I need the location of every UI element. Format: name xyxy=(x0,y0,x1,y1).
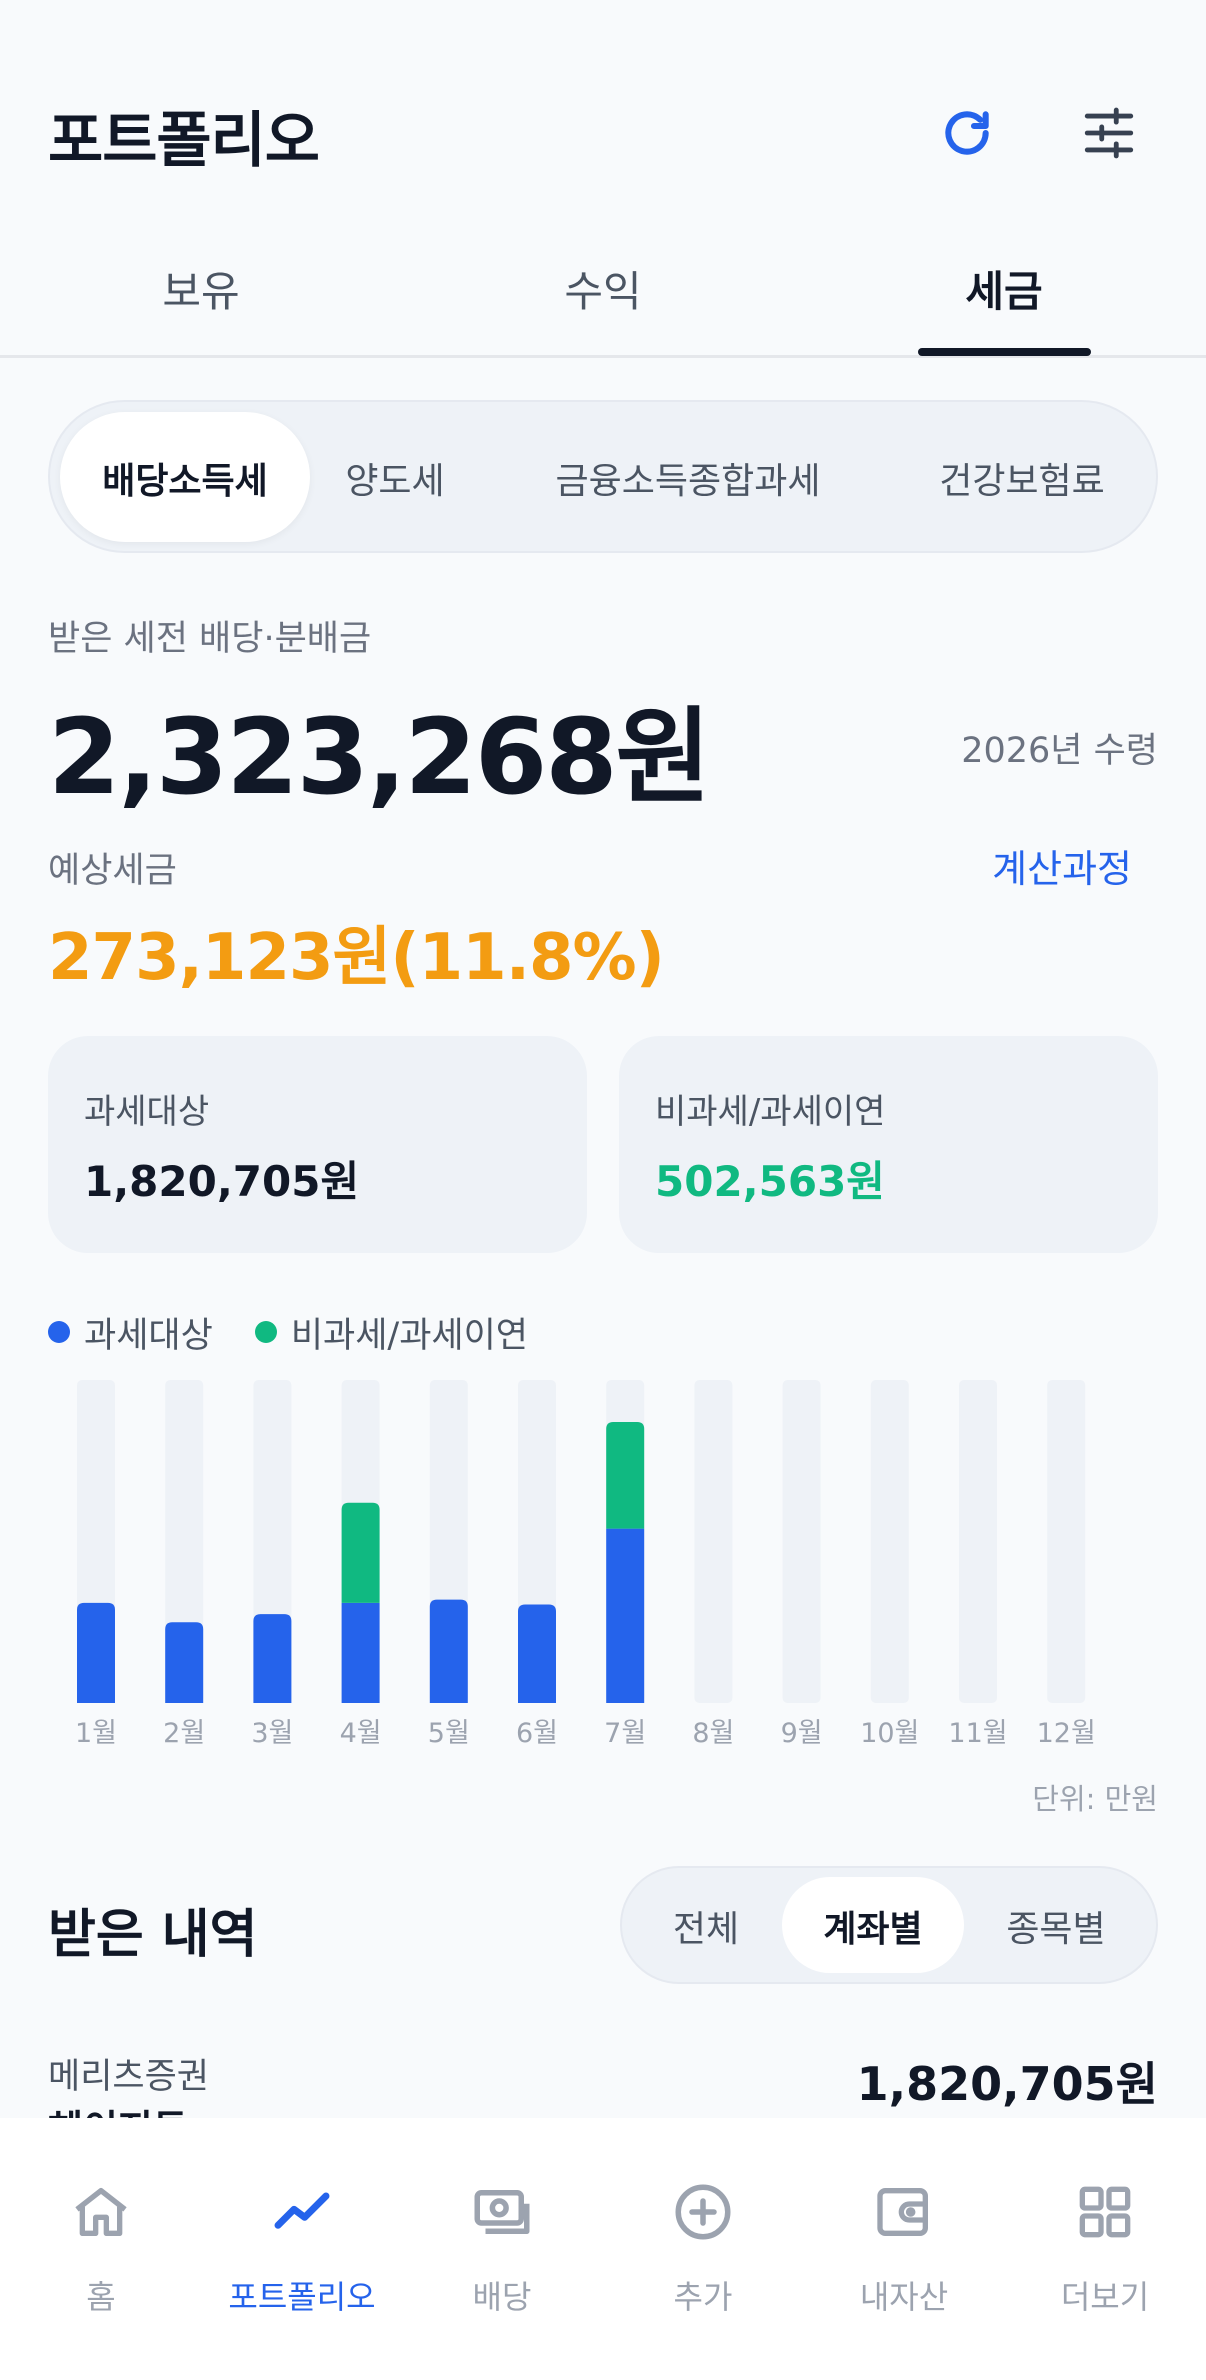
chart-x-tick-label: 8월 xyxy=(692,1718,734,1749)
chart-x-tick-label: 3월 xyxy=(251,1718,293,1749)
segment-capital-gains-tax[interactable]: 양도세 xyxy=(345,452,444,504)
chart-x-tick-label: 5월 xyxy=(428,1718,470,1749)
sliders-icon[interactable] xyxy=(1078,102,1140,164)
chart-bar-taxable[interactable] xyxy=(518,1604,556,1703)
nontaxable-amount: 502,563원 xyxy=(655,1157,885,1206)
tax-type-segment: 배당소득세 양도세 금융소득종합과세 건강보험료 xyxy=(48,400,1158,553)
estimated-tax-amount: 273,123원(11.8%) xyxy=(48,921,665,995)
nav-add-label: 추가 xyxy=(673,2278,733,2316)
trend-icon xyxy=(266,2176,338,2248)
chart-x-tick-label: 10월 xyxy=(860,1718,919,1749)
tab-returns[interactable]: 수익 xyxy=(564,258,641,319)
nav-portfolio-label: 포트폴리오 xyxy=(228,2278,376,2316)
received-label: 받은 세전 배당·분배금 xyxy=(48,619,372,659)
calculation-link[interactable]: 계산과정 xyxy=(992,838,1132,893)
taxable-label: 과세대상 xyxy=(84,1092,210,1132)
nav-portfolio[interactable]: 포트폴리오 xyxy=(212,2176,392,2318)
chart-bar-taxable[interactable] xyxy=(77,1602,115,1703)
nav-add[interactable]: 추가 xyxy=(613,2176,793,2318)
history-title: 받은 내역 xyxy=(48,1905,258,1965)
chart-bar-nontaxable[interactable] xyxy=(606,1421,645,1529)
filter-by-stock[interactable]: 종목별 xyxy=(1006,1900,1105,1952)
chart-bar-track xyxy=(782,1380,821,1703)
chart-bar-taxable[interactable] xyxy=(253,1614,292,1703)
chart-bar-track xyxy=(870,1380,909,1703)
chart-unit-label: 단위: 만원 xyxy=(1032,1782,1158,1816)
grid-icon xyxy=(1069,2176,1141,2248)
refresh-icon[interactable] xyxy=(936,102,998,164)
cash-icon xyxy=(466,2176,538,2248)
history-row-amount: 1,820,705원 xyxy=(856,2057,1158,2111)
chart-bar-taxable[interactable] xyxy=(165,1622,204,1703)
chart-bar-track xyxy=(1047,1380,1086,1703)
home-icon xyxy=(65,2176,137,2248)
chart-bar-track xyxy=(694,1380,733,1703)
nav-home-label: 홈 xyxy=(86,2278,116,2316)
nontaxable-card: 비과세/과세이연 502,563원 xyxy=(619,1036,1158,1253)
estimated-tax-label: 예상세금 xyxy=(48,851,177,891)
nontaxable-label: 비과세/과세이연 xyxy=(655,1092,886,1132)
chart-legend: 과세대상 비과세/과세이연 xyxy=(48,1308,528,1356)
history-filter-segment: 전체 계좌별 종목별 xyxy=(620,1866,1158,1984)
filter-all[interactable]: 전체 xyxy=(673,1900,739,1952)
chart-bar-taxable[interactable] xyxy=(606,1528,645,1703)
received-year: 2026년 수령 xyxy=(961,731,1158,771)
chart-x-tick-label: 2월 xyxy=(163,1718,205,1749)
main-tabs: 보유 수익 세금 xyxy=(0,240,1206,358)
nav-dividend-label: 배당 xyxy=(472,2278,532,2316)
taxable-card: 과세대상 1,820,705원 xyxy=(48,1036,587,1253)
chart-x-tick-label: 7월 xyxy=(604,1718,646,1749)
nav-my-assets-label: 내자산 xyxy=(859,2278,949,2316)
chart-x-tick-label: 12월 xyxy=(1037,1718,1096,1749)
chart-bar-track xyxy=(959,1380,997,1703)
legend-dot-taxable xyxy=(48,1321,70,1343)
chart-bar-nontaxable[interactable] xyxy=(341,1502,380,1603)
chart-x-tick-label: 6월 xyxy=(516,1718,558,1749)
taxable-amount: 1,820,705원 xyxy=(84,1157,360,1206)
nav-dividend[interactable]: 배당 xyxy=(412,2176,592,2318)
tab-holdings[interactable]: 보유 xyxy=(162,258,239,319)
segment-comprehensive-tax[interactable]: 금융소득종합과세 xyxy=(556,452,821,504)
chart-x-tick-label: 9월 xyxy=(781,1718,823,1749)
chart-bar-taxable[interactable] xyxy=(429,1599,468,1703)
legend-dot-nontaxable xyxy=(254,1321,277,1343)
chart-x-tick-label: 11월 xyxy=(948,1718,1007,1749)
filter-by-account[interactable]: 계좌별 xyxy=(823,1900,922,1952)
plus-circle-icon xyxy=(667,2176,739,2248)
monthly-dividend-chart: 1월 2월 3월 4월 5월 6월 7월 8월 9월 10월 11월 12월 xyxy=(75,1380,1096,1749)
legend-nontaxable: 비과세/과세이연 xyxy=(290,1315,529,1356)
chart-x-tick-label: 1월 xyxy=(75,1718,117,1749)
bottom-navigation: 홈 포트폴리오 배당 추가 내자산 더보기 xyxy=(0,2118,1206,2380)
tab-tax[interactable]: 세금 xyxy=(965,258,1042,319)
segment-health-insurance[interactable]: 건강보험료 xyxy=(939,452,1105,504)
active-tab-indicator xyxy=(918,348,1091,356)
page-title: 포트폴리오 xyxy=(48,106,320,176)
chart-x-tick-label: 4월 xyxy=(340,1718,382,1749)
nav-more[interactable]: 더보기 xyxy=(1015,2176,1195,2318)
nav-more-label: 더보기 xyxy=(1060,2278,1150,2316)
nav-home[interactable]: 홈 xyxy=(11,2176,191,2318)
wallet-icon xyxy=(868,2176,940,2248)
received-amount: 2,323,268원 xyxy=(48,696,711,818)
segment-dividend-tax[interactable]: 배당소득세 xyxy=(102,452,268,504)
chart-bar-taxable[interactable] xyxy=(341,1602,380,1703)
nav-my-assets[interactable]: 내자산 xyxy=(814,2176,994,2318)
history-row-broker: 메리츠증권 xyxy=(48,2057,210,2097)
legend-taxable: 과세대상 xyxy=(84,1315,213,1356)
